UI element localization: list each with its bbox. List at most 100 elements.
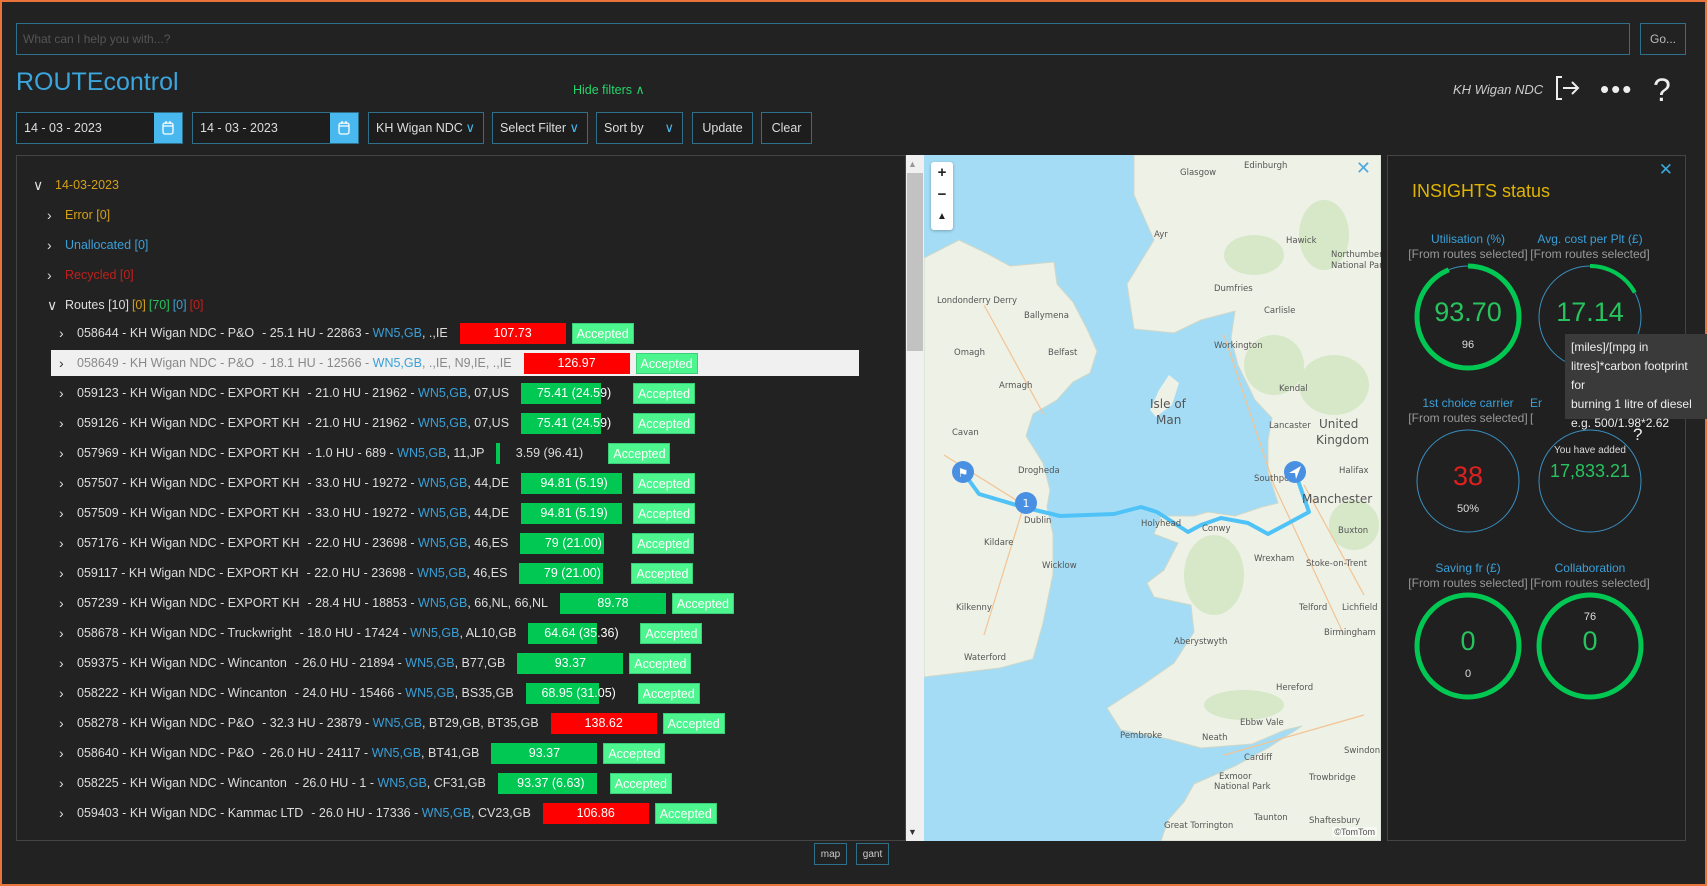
route-row[interactable]: › 058278 - KH Wigan NDC - P&O - 32.3 HU - … <box>59 710 725 736</box>
chevron-right-icon[interactable]: › <box>59 715 77 731</box>
tree-date-node[interactable]: ∨ 14-03-2023 <box>33 172 119 198</box>
route-status-badge[interactable]: Accepted <box>629 652 692 674</box>
route-origin-link[interactable]: WN5,GB <box>397 446 446 460</box>
chevron-right-icon[interactable]: › <box>59 415 77 431</box>
route-origin-link[interactable]: WN5,GB <box>417 566 466 580</box>
tree-unallocated-node[interactable]: › Unallocated [0] <box>47 232 148 258</box>
route-status-badge[interactable]: Accepted <box>633 472 696 494</box>
search-input[interactable] <box>16 23 1630 55</box>
date-from-field[interactable]: 14 - 03 - 2023 <box>16 112 183 144</box>
chevron-right-icon[interactable]: › <box>59 775 77 791</box>
calendar-icon[interactable] <box>154 113 182 143</box>
hide-filters-link[interactable]: Hide filters ∧ <box>573 82 645 97</box>
cluster-count[interactable]: 1 <box>1023 497 1030 510</box>
calendar-icon[interactable] <box>330 113 358 143</box>
route-row[interactable]: › 058640 - KH Wigan NDC - P&O - 26.0 HU - … <box>59 740 666 766</box>
route-row[interactable]: › 058225 - KH Wigan NDC - Wincanton - 26.0… <box>59 770 672 796</box>
scroll-down-icon[interactable]: ▼ <box>908 827 917 837</box>
scrollbar-thumb[interactable] <box>907 173 923 351</box>
route-row[interactable]: › 059123 - KH Wigan NDC - EXPORT KH - 21.0… <box>59 380 696 406</box>
route-origin-link[interactable]: WN5,GB <box>405 656 454 670</box>
date-to-field[interactable]: 14 - 03 - 2023 <box>192 112 359 144</box>
route-row[interactable]: › 059117 - KH Wigan NDC - EXPORT KH - 22.0… <box>59 560 694 586</box>
route-origin-link[interactable]: WN5,GB <box>377 776 426 790</box>
route-row[interactable]: › 057176 - KH Wigan NDC - EXPORT KH - 22.0… <box>59 530 695 556</box>
route-row[interactable]: › 059403 - KH Wigan NDC - Kammac LTD - 26.… <box>59 800 717 826</box>
chevron-right-icon[interactable]: › <box>59 355 77 371</box>
flag-icon[interactable]: ⚑ <box>958 466 969 480</box>
route-row[interactable]: › 057239 - KH Wigan NDC - EXPORT KH - 28.4… <box>59 590 734 616</box>
route-row[interactable]: › 058222 - KH Wigan NDC - Wincanton - 24.0… <box>59 680 700 706</box>
clear-button[interactable]: Clear <box>761 112 812 144</box>
route-origin-link[interactable]: WN5,GB <box>418 416 467 430</box>
site-select[interactable]: KH Wigan NDC ∨ <box>368 112 484 144</box>
route-status-badge[interactable]: Accepted <box>571 322 634 344</box>
chevron-right-icon[interactable]: › <box>59 745 77 761</box>
route-origin-link[interactable]: WN5,GB <box>373 326 422 340</box>
route-row[interactable]: › 057509 - KH Wigan NDC - EXPORT KH - 33.0… <box>59 500 696 526</box>
logout-icon[interactable] <box>1553 74 1581 109</box>
compass-icon[interactable]: ▲ <box>931 206 953 228</box>
tree-routes-node[interactable]: ∨ Routes [10] [0] [70] [0] [0] <box>47 292 204 318</box>
map-close-icon[interactable]: ✕ <box>1356 158 1371 179</box>
chevron-right-icon[interactable]: › <box>59 595 77 611</box>
route-origin-link[interactable]: WN5,GB <box>418 506 467 520</box>
zoom-out-icon[interactable]: − <box>931 184 953 206</box>
route-status-badge[interactable]: Accepted <box>640 622 703 644</box>
route-status-badge[interactable]: Accepted <box>608 442 671 464</box>
route-origin-link[interactable]: WN5,GB <box>410 626 459 640</box>
route-origin-link[interactable]: WN5,GB <box>418 386 467 400</box>
tree-recycled-node[interactable]: › Recycled [0] <box>47 262 134 288</box>
route-status-badge[interactable]: Accepted <box>637 682 700 704</box>
chevron-right-icon[interactable]: › <box>59 475 77 491</box>
chevron-right-icon[interactable]: › <box>59 655 77 671</box>
chevron-right-icon[interactable]: › <box>59 805 77 821</box>
route-status-badge[interactable]: Accepted <box>633 412 696 434</box>
more-icon[interactable]: ••• <box>1600 74 1633 105</box>
route-status-badge[interactable]: Accepted <box>671 592 734 614</box>
route-map[interactable]: GlasgowEdinburghAyrHawickNorthumberlandN… <box>924 155 1381 841</box>
sort-select[interactable]: Sort by ∨ <box>596 112 683 144</box>
route-status-badge[interactable]: Accepted <box>633 382 696 404</box>
gant-view-button[interactable]: gant <box>856 843 889 865</box>
tree-error-node[interactable]: › Error [0] <box>47 202 110 228</box>
chevron-right-icon[interactable]: › <box>59 685 77 701</box>
update-button[interactable]: Update <box>692 112 753 144</box>
route-row[interactable]: › 059126 - KH Wigan NDC - EXPORT KH - 21.0… <box>59 410 696 436</box>
route-origin-link[interactable]: WN5,GB <box>422 806 471 820</box>
route-origin-link[interactable]: WN5,GB <box>405 686 454 700</box>
route-status-badge[interactable]: Accepted <box>635 352 698 374</box>
route-origin-link[interactable]: WN5,GB <box>418 536 467 550</box>
route-status-badge[interactable]: Accepted <box>632 532 695 554</box>
route-status-badge[interactable]: Accepted <box>609 772 672 794</box>
zoom-in-icon[interactable]: + <box>931 162 953 184</box>
route-status-badge[interactable]: Accepted <box>603 742 666 764</box>
route-row[interactable]: › 058644 - KH Wigan NDC - P&O - 25.1 HU - … <box>59 320 634 346</box>
chevron-right-icon[interactable]: › <box>59 505 77 521</box>
help-icon[interactable]: ? <box>1653 72 1671 109</box>
route-row[interactable]: › 057507 - KH Wigan NDC - EXPORT KH - 33.0… <box>59 470 696 496</box>
go-button[interactable]: Go... <box>1640 23 1686 55</box>
map-view-button[interactable]: map <box>814 843 847 865</box>
route-row[interactable]: › 058649 - KH Wigan NDC - P&O - 18.1 HU - … <box>51 350 859 376</box>
route-origin-link[interactable]: WN5,GB <box>373 716 422 730</box>
chevron-right-icon[interactable]: › <box>59 565 77 581</box>
route-origin-link[interactable]: WN5,GB <box>373 356 422 370</box>
emissions-help-icon[interactable]: ? <box>1633 425 1642 445</box>
route-row[interactable]: › 059375 - KH Wigan NDC - Wincanton - 26.0… <box>59 650 692 676</box>
route-status-badge[interactable]: Accepted <box>662 712 725 734</box>
chevron-right-icon[interactable]: › <box>59 385 77 401</box>
chevron-right-icon[interactable]: › <box>59 535 77 551</box>
scrollbar[interactable]: ▲ ▼ <box>906 155 924 841</box>
route-origin-link[interactable]: WN5,GB <box>372 746 421 760</box>
route-origin-link[interactable]: WN5,GB <box>418 596 467 610</box>
route-status-badge[interactable]: Accepted <box>654 802 717 824</box>
route-status-badge[interactable]: Accepted <box>631 562 694 584</box>
scroll-up-icon[interactable]: ▲ <box>908 159 917 169</box>
chevron-right-icon[interactable]: › <box>59 625 77 641</box>
route-origin-link[interactable]: WN5,GB <box>418 476 467 490</box>
chevron-right-icon[interactable]: › <box>59 445 77 461</box>
filter-select[interactable]: Select Filter ∨ <box>492 112 588 144</box>
route-row[interactable]: › 058678 - KH Wigan NDC - Truckwright - 18… <box>59 620 703 646</box>
route-status-badge[interactable]: Accepted <box>633 502 696 524</box>
